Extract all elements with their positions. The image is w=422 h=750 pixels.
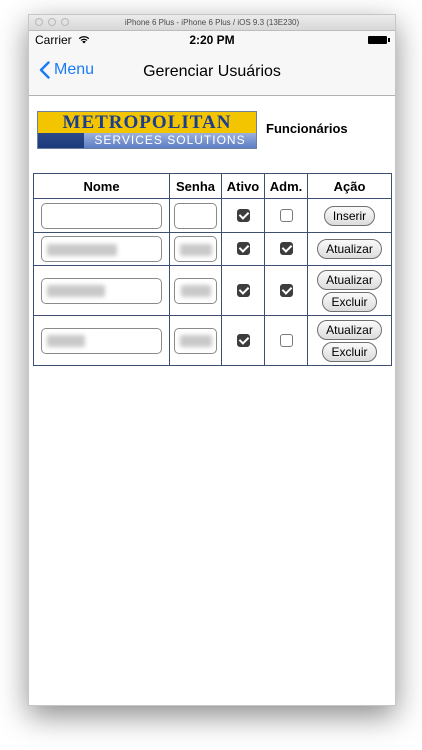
new-adm-checkbox[interactable]: [279, 208, 293, 222]
ativo-checkbox[interactable]: [236, 333, 250, 347]
minimize-window-button[interactable]: [48, 18, 56, 26]
cell-adm: [264, 315, 308, 366]
adm-checkbox[interactable]: [279, 283, 293, 297]
page-title: Gerenciar Usuários: [143, 63, 281, 80]
cell-ativo: [221, 315, 265, 366]
cell-nome: [33, 265, 170, 316]
nome-input[interactable]: [41, 236, 162, 262]
redacted-text: [180, 285, 211, 298]
cell-acao: Inserir: [307, 198, 392, 233]
users-table: Nome Senha Ativo Adm. Ação Inserir Atual…: [33, 173, 392, 366]
window-title: iPhone 6 Plus - iPhone 6 Plus / iOS 9.3 …: [124, 18, 300, 27]
cell-acao: Atualizar Excluir: [307, 265, 392, 316]
window-controls: [35, 18, 69, 26]
ativo-checkbox[interactable]: [236, 242, 250, 256]
header-senha: Senha: [169, 173, 222, 199]
cell-acao: Atualizar Excluir: [307, 315, 392, 366]
table-row: Atualizar Excluir: [33, 315, 392, 366]
cell-nome: [33, 232, 170, 266]
atualizar-button[interactable]: Atualizar: [317, 269, 382, 290]
adm-checkbox[interactable]: [279, 242, 293, 256]
cell-senha: [169, 315, 222, 366]
cell-adm: [264, 265, 308, 316]
header-nome: Nome: [33, 173, 170, 199]
cell-ativo: [221, 198, 265, 233]
new-nome-input[interactable]: [41, 202, 162, 229]
redacted-text: [47, 285, 105, 298]
cell-senha: [169, 198, 222, 233]
new-senha-input[interactable]: [174, 202, 217, 229]
simulator-window: iPhone 6 Plus - iPhone 6 Plus / iOS 9.3 …: [28, 14, 396, 706]
redacted-text: [180, 243, 212, 256]
table-row: Atualizar: [33, 232, 392, 266]
header-acao: Ação: [307, 173, 392, 199]
cell-nome: [33, 198, 170, 233]
company-logo: METROPOLITAN SERVICES SOLUTIONS: [37, 111, 257, 149]
new-ativo-checkbox[interactable]: [236, 208, 250, 222]
excluir-button[interactable]: Excluir: [322, 291, 377, 312]
status-bar: Carrier 2:20 PM: [29, 31, 395, 49]
cell-acao: Atualizar: [307, 232, 392, 266]
redacted-text: [47, 335, 85, 348]
table-row: Atualizar Excluir: [33, 265, 392, 316]
redacted-text: [47, 243, 117, 256]
adm-checkbox[interactable]: [279, 333, 293, 347]
new-user-row: Inserir: [33, 198, 392, 233]
atualizar-button[interactable]: Atualizar: [317, 239, 382, 259]
cell-nome: [33, 315, 170, 366]
cell-senha: [169, 232, 222, 266]
window-titlebar: iPhone 6 Plus - iPhone 6 Plus / iOS 9.3 …: [29, 15, 395, 31]
status-time: 2:20 PM: [189, 33, 235, 47]
navigation-bar: Menu Gerenciar Usuários: [29, 49, 395, 96]
zoom-window-button[interactable]: [61, 18, 69, 26]
atualizar-button[interactable]: Atualizar: [317, 319, 382, 340]
table-header-row: Nome Senha Ativo Adm. Ação: [33, 173, 392, 199]
nome-input[interactable]: [41, 327, 162, 354]
close-window-button[interactable]: [35, 18, 43, 26]
senha-input[interactable]: [174, 277, 217, 304]
logo-line-2: SERVICES SOLUTIONS: [84, 133, 256, 148]
cell-ativo: [221, 265, 265, 316]
section-title: Funcionários: [266, 121, 348, 136]
redacted-text: [180, 335, 212, 348]
senha-input[interactable]: [174, 327, 217, 354]
logo-line-1: METROPOLITAN: [38, 112, 256, 133]
inserir-button[interactable]: Inserir: [323, 205, 376, 226]
cell-adm: [264, 232, 308, 266]
excluir-button[interactable]: Excluir: [322, 341, 377, 362]
content-header: METROPOLITAN SERVICES SOLUTIONS Funcioná…: [37, 111, 387, 151]
nome-input[interactable]: [41, 277, 162, 304]
header-ativo: Ativo: [221, 173, 265, 199]
battery-icon: [368, 36, 390, 44]
header-adm: Adm.: [264, 173, 308, 199]
cell-adm: [264, 198, 308, 233]
ativo-checkbox[interactable]: [236, 283, 250, 297]
cell-senha: [169, 265, 222, 316]
senha-input[interactable]: [174, 236, 217, 262]
cell-ativo: [221, 232, 265, 266]
device-screen: Carrier 2:20 PM Menu Gerenciar Usuários …: [29, 31, 395, 705]
